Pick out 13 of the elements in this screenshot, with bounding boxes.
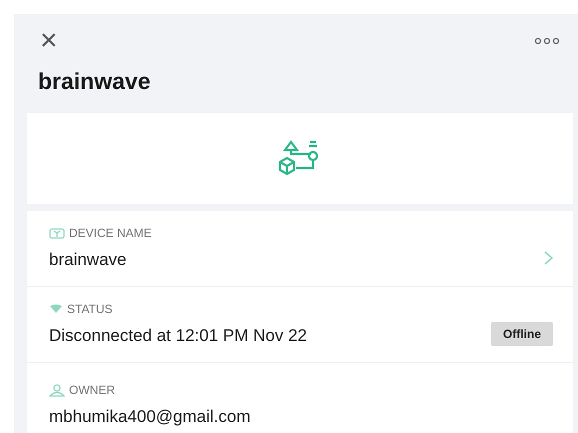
device-title: brainwave [37,67,152,96]
wifi-icon [49,304,63,314]
field-value: mbhumika400@gmail.com [49,406,252,428]
more-icon[interactable] [534,37,560,45]
field-label: STATUS [67,301,113,318]
field-value: brainwave [49,249,128,272]
field-row[interactable]: DEVICE NAME brainwave [27,211,573,286]
field-value: Disconnected at 12:01 PM Nov 22 [49,325,308,348]
close-button[interactable]: × [40,26,58,56]
field-label: OWNER [69,382,115,399]
status-badge: Offline [491,322,553,346]
field-label: DEVICE NAME [69,225,152,242]
person-icon [49,384,65,396]
